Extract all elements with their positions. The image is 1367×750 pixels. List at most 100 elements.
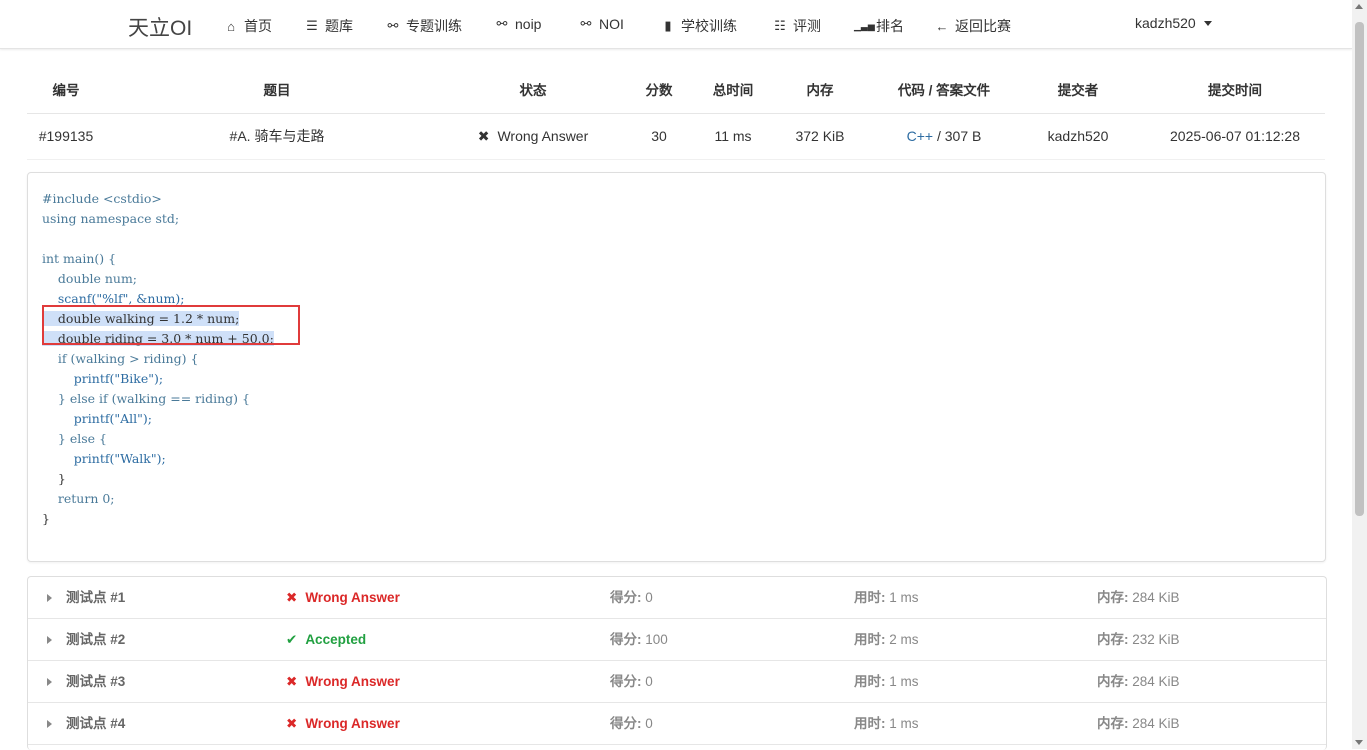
- username: kadzh520: [1135, 15, 1196, 31]
- caret-right-icon: [47, 594, 52, 602]
- code-line: int main() {: [42, 251, 117, 266]
- nav-label: 学校训练: [681, 18, 737, 34]
- score-value: 100: [645, 632, 668, 647]
- times-icon: ✖: [286, 674, 298, 689]
- score-label: 得分:: [610, 674, 642, 689]
- header-submitter: 提交者: [1057, 83, 1099, 98]
- code-line: if (walking > riding) {: [42, 351, 199, 366]
- nav-noip[interactable]: ⚯ noip: [495, 16, 542, 32]
- test-point-name: 测试点 #4: [66, 716, 126, 731]
- nav-label: NOI: [599, 16, 624, 32]
- nav-label: 首页: [244, 18, 272, 34]
- test-point-name: 测试点 #2: [66, 632, 126, 647]
- code-line: printf("Walk");: [42, 451, 166, 466]
- test-point-memory: 内存: 284 KiB: [1097, 703, 1180, 744]
- problem-link[interactable]: #A. 骑车与走路: [177, 114, 377, 159]
- test-point-status: ✔ Accepted: [286, 619, 366, 660]
- page-scrollbar[interactable]: [1352, 0, 1367, 749]
- caret-right-icon: [47, 720, 52, 728]
- code-line: printf("All");: [42, 411, 152, 426]
- score-value: 0: [645, 674, 653, 689]
- code-line: }: [42, 471, 66, 486]
- test-point-time: 用时: 2 ms: [854, 619, 919, 660]
- nav-label: 专题训练: [406, 18, 462, 34]
- caret-right-icon: [47, 636, 52, 644]
- test-point-name: 测试点 #1: [66, 590, 126, 605]
- nav-problems[interactable]: ☰ 题库: [305, 16, 353, 36]
- nav-school-training[interactable]: ▮ 学校训练: [661, 16, 737, 36]
- header-code-file: 代码 / 答案文件: [897, 83, 991, 98]
- nav-back-to-contest[interactable]: ← 返回比赛: [935, 16, 1012, 36]
- scroll-up-arrow-icon[interactable]: [1355, 4, 1363, 9]
- submission-id[interactable]: #199135: [27, 114, 105, 159]
- memory-value: 232 KiB: [1132, 632, 1180, 647]
- nav-label: 评测: [793, 18, 821, 34]
- submission-memory: 372 KiB: [795, 128, 845, 144]
- score-label: 得分:: [610, 716, 642, 731]
- selection-highlight-box: [42, 305, 300, 345]
- table-header: 编号 题目 状态 分数 总时间 内存 代码 / 答案文件 提交者 提交时间: [27, 68, 1325, 114]
- code-line: return 0;: [42, 491, 115, 506]
- memory-value: 284 KiB: [1132, 716, 1180, 731]
- bicycle-icon: ⚯: [387, 18, 399, 33]
- memory-label: 内存:: [1097, 674, 1129, 689]
- test-point-row[interactable]: 测试点 #3 ✖ Wrong Answer 得分: 0 用时: 1 ms 内存: …: [28, 661, 1326, 703]
- source-code-panel: #include <cstdio> using namespace std; int…: [27, 172, 1326, 562]
- code-line: }: [42, 511, 50, 526]
- memory-label: 内存:: [1097, 632, 1129, 647]
- time-value: 1 ms: [889, 674, 919, 689]
- brand-logo[interactable]: 天立OI: [128, 12, 192, 42]
- language-link[interactable]: C++: [907, 128, 933, 144]
- nav-label: 返回比赛: [955, 18, 1011, 34]
- test-points-list: 测试点 #1 ✖ Wrong Answer 得分: 0 用时: 1 ms 内存: …: [27, 576, 1327, 750]
- nav-judge[interactable]: ☷ 评测: [773, 16, 821, 36]
- test-point-row[interactable]: 测试点 #4 ✖ Wrong Answer 得分: 0 用时: 1 ms 内存: …: [28, 703, 1326, 745]
- header-submit-time: 提交时间: [1208, 83, 1262, 98]
- tasks-icon: ☷: [774, 18, 786, 33]
- time-value: 1 ms: [889, 716, 919, 731]
- test-point-score: 得分: 100: [610, 619, 668, 660]
- signal-icon: ▁▃▅: [854, 20, 875, 31]
- nav-label: noip: [515, 16, 542, 32]
- nav-topic-training[interactable]: ⚯ 专题训练: [386, 16, 462, 36]
- test-point-score: 得分: 0: [610, 661, 653, 702]
- nav-ranking[interactable]: ▁▃▅ 排名: [854, 16, 904, 36]
- arrow-left-icon: ←: [935, 18, 949, 34]
- nav-home[interactable]: ⌂ 首页: [224, 16, 272, 36]
- user-menu[interactable]: kadzh520: [1135, 15, 1212, 31]
- memory-value: 284 KiB: [1132, 590, 1180, 605]
- header-memory: 内存: [806, 83, 834, 98]
- test-point-row[interactable]: 测试点 #2 ✔ Accepted 得分: 100 用时: 2 ms 内存: 23…: [28, 619, 1326, 661]
- code-line: double num;: [42, 271, 138, 286]
- test-point-memory: 内存: 284 KiB: [1097, 661, 1180, 702]
- time-label: 用时:: [854, 716, 886, 731]
- scroll-down-arrow-icon[interactable]: [1355, 740, 1363, 745]
- building-icon: ▮: [664, 18, 672, 33]
- test-point-row[interactable]: 测试点 #1 ✖ Wrong Answer 得分: 0 用时: 1 ms 内存: …: [28, 577, 1326, 619]
- code-line: using namespace std;: [42, 211, 180, 226]
- nav-label: 排名: [876, 18, 904, 34]
- source-code[interactable]: #include <cstdio> using namespace std; int…: [42, 189, 274, 529]
- submitter-link[interactable]: kadzh520: [1037, 114, 1119, 159]
- score-label: 得分:: [610, 632, 642, 647]
- status-text: Wrong Answer: [305, 716, 400, 731]
- times-icon: ✖: [477, 128, 490, 144]
- code-size: / 307 B: [936, 128, 982, 144]
- submission-status: ✖ Wrong Answer: [433, 114, 633, 159]
- bicycle-icon: ⚯: [496, 16, 508, 31]
- test-point-time: 用时: 1 ms: [854, 577, 919, 618]
- nav-noi[interactable]: ⚯ NOI: [579, 16, 624, 32]
- submission-code-file: C++ / 307 B: [874, 114, 1014, 159]
- code-line: #include <cstdio>: [42, 191, 162, 206]
- header-total-time: 总时间: [712, 83, 754, 98]
- submission-score: 30: [651, 128, 667, 144]
- submission-row: #199135 #A. 骑车与走路 ✖ Wrong Answer 30 11 ms…: [27, 114, 1325, 160]
- scroll-thumb[interactable]: [1355, 22, 1364, 516]
- test-point-time: 用时: 1 ms: [854, 703, 919, 744]
- header-status: 状态: [519, 83, 547, 98]
- bicycle-icon: ⚯: [580, 16, 592, 31]
- test-point-memory: 内存: 284 KiB: [1097, 577, 1180, 618]
- code-line: } else {: [42, 431, 107, 446]
- test-point-name: 测试点 #3: [66, 674, 126, 689]
